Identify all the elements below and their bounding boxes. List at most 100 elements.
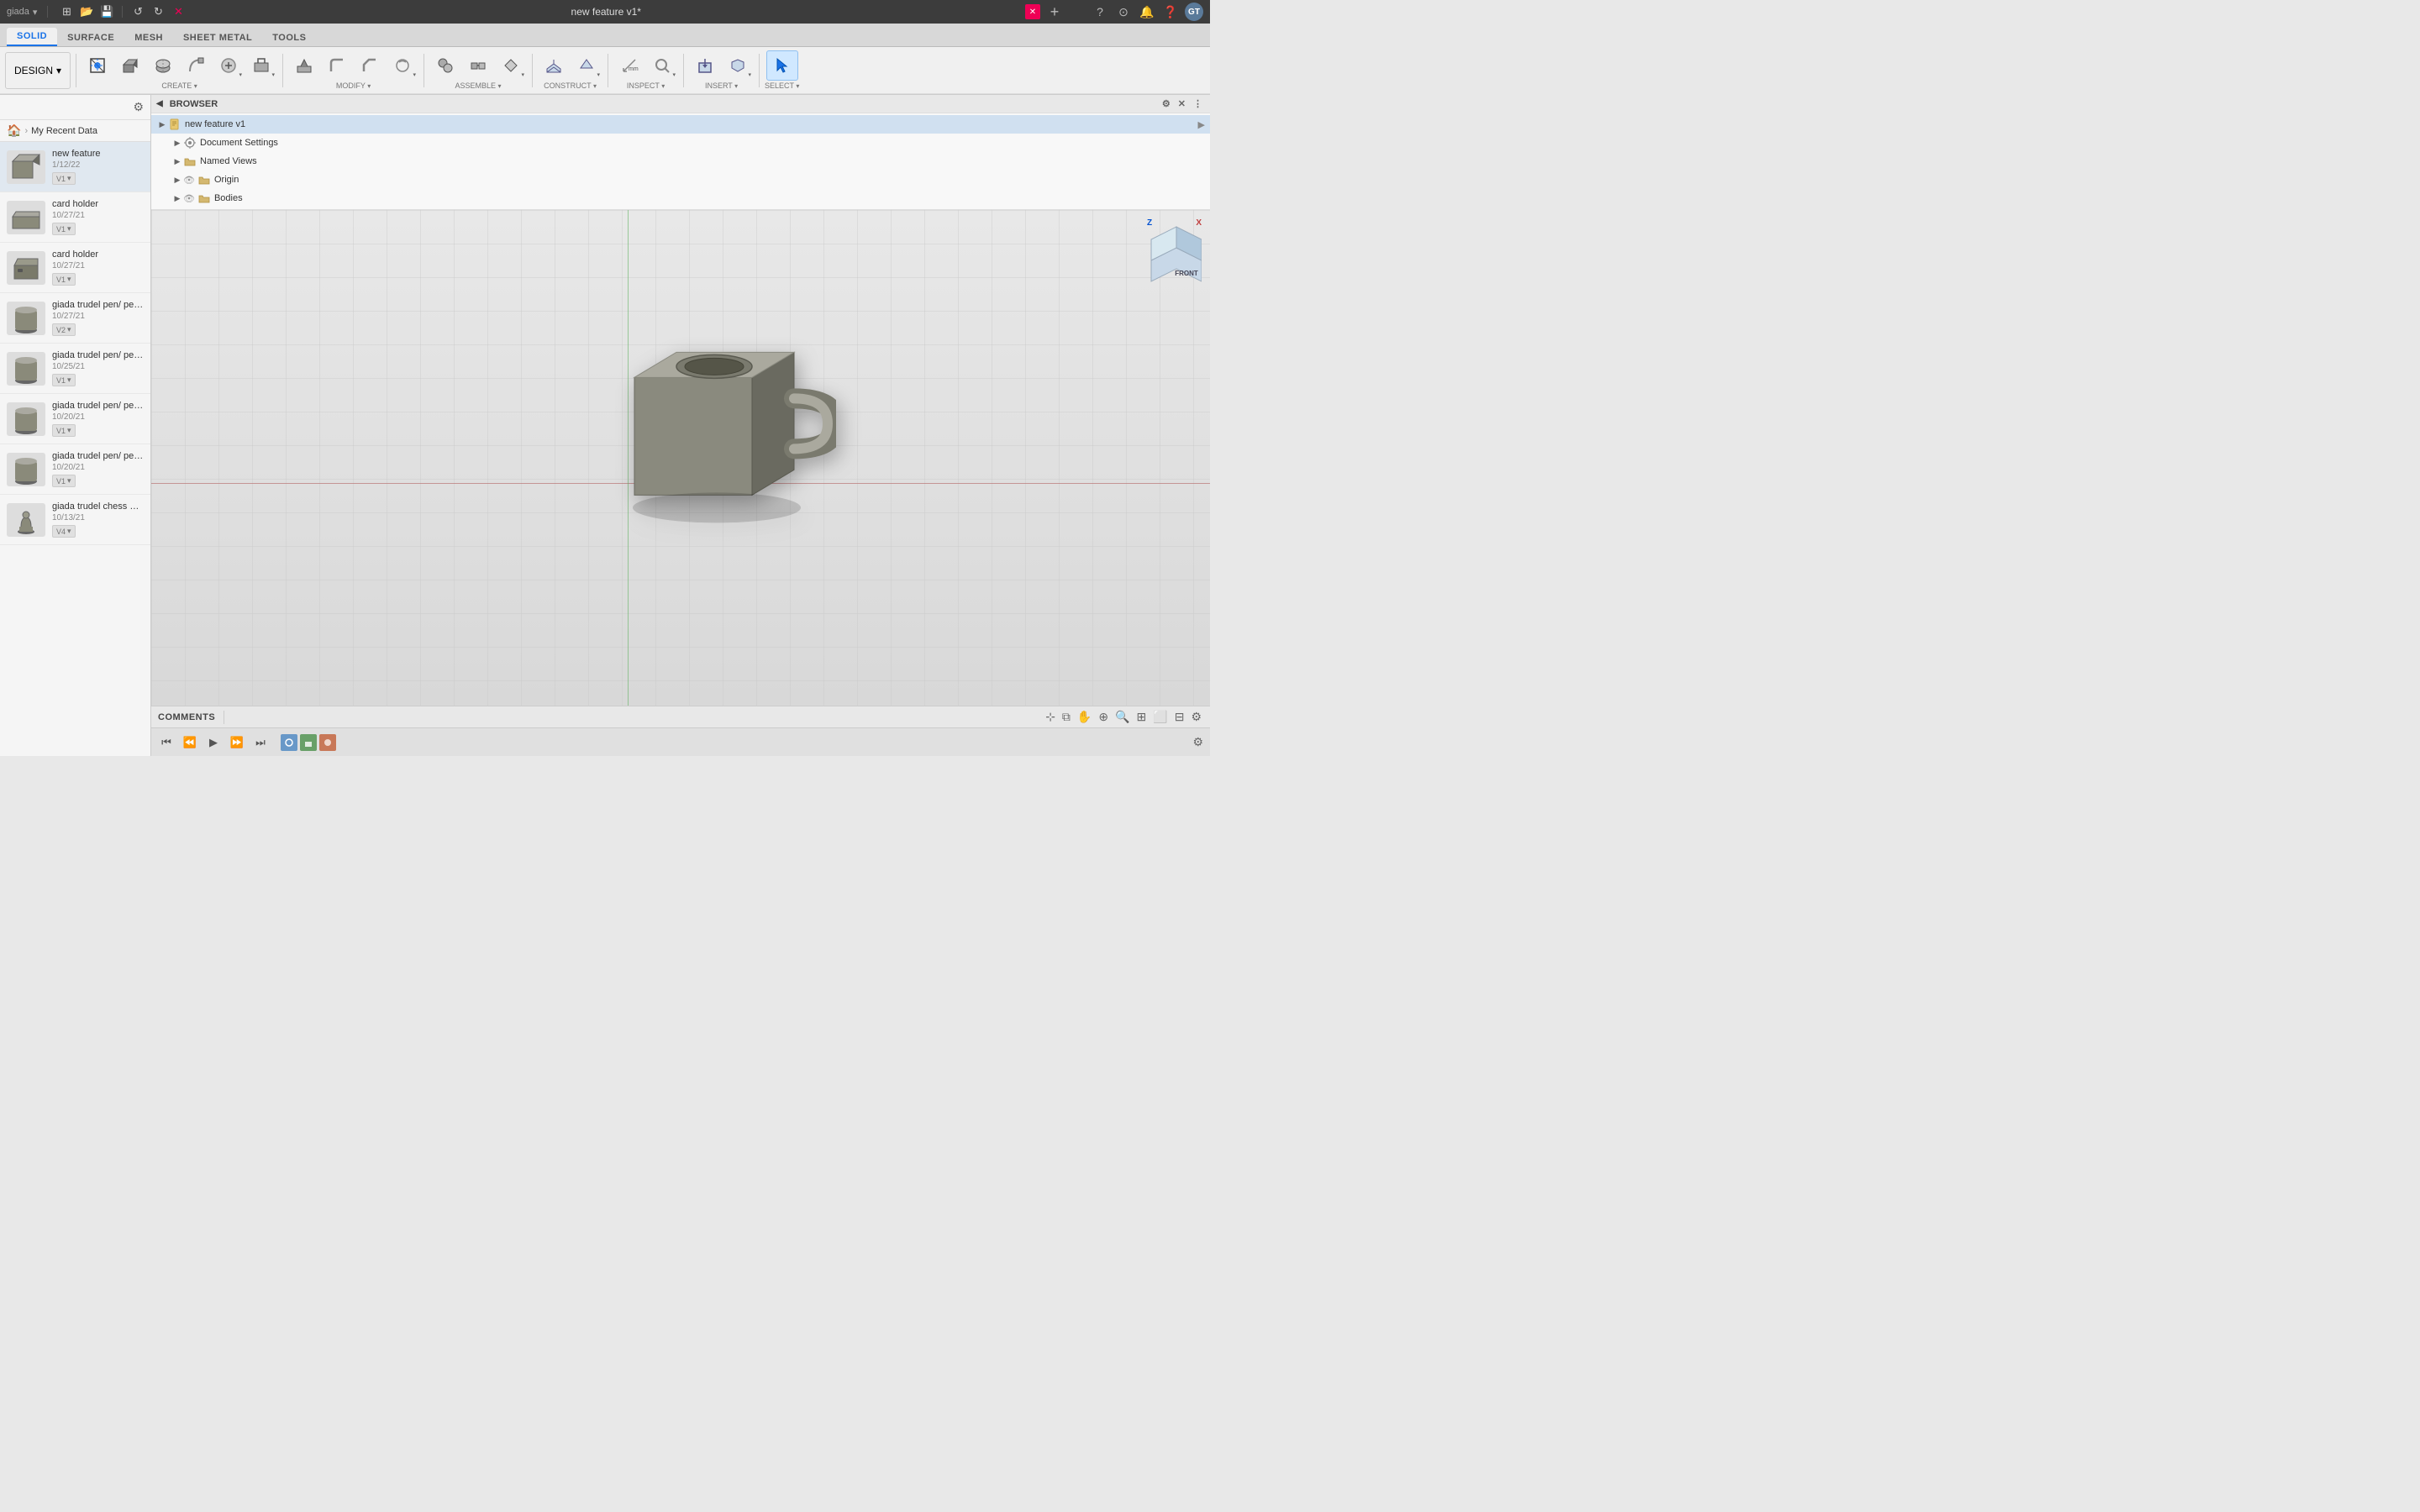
press-pull-button[interactable] <box>288 50 320 81</box>
extrude-button[interactable] <box>114 50 146 81</box>
tab-surface[interactable]: SURFACE <box>57 29 124 46</box>
design-button[interactable]: DESIGN ▾ <box>5 52 71 89</box>
display-icon[interactable]: ⬜ <box>1151 708 1169 726</box>
timeline-play-button[interactable]: ▶ <box>203 732 224 753</box>
home-icon[interactable]: 🏠 <box>7 123 21 138</box>
browser-settings-icon[interactable]: ⚙ <box>1160 97 1173 110</box>
timeline-item-cut[interactable] <box>319 734 336 751</box>
divider2 <box>122 6 123 18</box>
create-more-button2[interactable]: ▾ <box>245 50 277 81</box>
tab-sheet-metal[interactable]: SHEET METAL <box>173 29 262 46</box>
assemble-button[interactable] <box>429 50 461 81</box>
chamfer-button[interactable] <box>354 50 386 81</box>
zoom-icon[interactable]: 🔍 <box>1113 708 1131 726</box>
tab-solid[interactable]: SOLID <box>7 28 57 46</box>
version-dropdown[interactable]: V1 ▾ <box>52 475 76 487</box>
modify-group-label: MODIFY ▾ <box>336 81 371 90</box>
modify-more-button[interactable]: ▾ <box>387 50 418 81</box>
3d-canvas[interactable]: FRONT X Z <box>151 210 1210 706</box>
version-dropdown[interactable]: V4 ▾ <box>52 525 76 538</box>
plane-button[interactable] <box>538 50 570 81</box>
stop-icon[interactable]: ✕ <box>170 3 187 20</box>
version-dropdown[interactable]: V1 ▾ <box>52 172 76 185</box>
list-item[interactable]: card holder 10/27/21 V1 ▾ <box>0 243 150 293</box>
account-icon[interactable]: ⊙ <box>1114 3 1133 21</box>
inspect-group-label: INSPECT ▾ <box>627 81 665 90</box>
assemble-more-button[interactable]: ▾ <box>495 50 527 81</box>
timeline-end-button[interactable]: ⏭ <box>250 732 271 753</box>
tree-item-bodies[interactable]: ▶ 👁 Bodies <box>151 189 1210 207</box>
tree-item-doc-settings[interactable]: ▶ Document Settings <box>151 134 1210 152</box>
tree-label-doc-settings: Document Settings <box>200 138 1205 148</box>
hand-icon[interactable]: ✋ <box>1076 708 1093 726</box>
view-cube[interactable]: FRONT X Z <box>1134 218 1202 286</box>
tree-item-named-views[interactable]: ▶ Named Views <box>151 152 1210 171</box>
help-icon[interactable]: ? <box>1091 3 1109 21</box>
create-sketch-button[interactable] <box>82 50 113 81</box>
measure-button[interactable]: mm <box>613 50 645 81</box>
timeline-start-button[interactable]: ⏮ <box>156 732 176 753</box>
insert-more-button[interactable]: ▾ <box>722 50 754 81</box>
item-info: card holder 10/27/21 V1 ▾ <box>52 249 144 286</box>
svg-text:mm: mm <box>629 66 639 72</box>
browser-drag-icon[interactable]: ⋮ <box>1191 97 1205 110</box>
timeline-next-button[interactable]: ⏩ <box>227 732 247 753</box>
version-dropdown[interactable]: V1 ▾ <box>52 273 76 286</box>
new-tab-button[interactable]: + <box>1045 3 1064 21</box>
list-item[interactable]: giada trudel chess piece 10/13/21 V4 ▾ <box>0 495 150 545</box>
version-dropdown[interactable]: V1 ▾ <box>52 424 76 437</box>
list-item[interactable]: giada trudel pen/ pencil holder 10/25/21… <box>0 344 150 394</box>
list-item[interactable]: card holder 10/27/21 V1 ▾ <box>0 192 150 243</box>
app-logo[interactable]: giada ▾ <box>7 7 37 18</box>
tree-item-origin[interactable]: ▶ 👁 Origin <box>151 171 1210 189</box>
help2-icon[interactable]: ❓ <box>1161 3 1180 21</box>
grid-icon[interactable]: ⊟ <box>1173 708 1186 726</box>
browser-close-icon[interactable]: ✕ <box>1176 97 1188 110</box>
settings-bottom-icon[interactable]: ⚙ <box>1189 708 1203 726</box>
open-file-icon[interactable]: 📂 <box>78 3 95 20</box>
insert-button[interactable] <box>689 50 721 81</box>
joint-button[interactable] <box>462 50 494 81</box>
list-item[interactable]: giada trudel pen/ pencil holder 10/20/21… <box>0 394 150 444</box>
copy-icon[interactable]: ⧉ <box>1060 708 1072 726</box>
revolve-button[interactable] <box>147 50 179 81</box>
tab-tools[interactable]: TOOLS <box>262 29 316 46</box>
undo-icon[interactable]: ↺ <box>129 3 146 20</box>
version-dropdown[interactable]: V1 ▾ <box>52 223 76 235</box>
timeline-item-extrude[interactable] <box>300 734 317 751</box>
create-more-button[interactable]: ▾ <box>213 50 245 81</box>
timeline-settings-icon[interactable]: ⚙ <box>1191 733 1205 751</box>
tab-mesh[interactable]: MESH <box>124 29 173 46</box>
sweep-button[interactable] <box>180 50 212 81</box>
version-dropdown[interactable]: V2 ▾ <box>52 323 76 336</box>
timeline-prev-button[interactable]: ⏪ <box>180 732 200 753</box>
close-tab-button[interactable]: ✕ <box>1025 4 1040 19</box>
list-item[interactable]: giada trudel pen/ pencil holder 10/20/21… <box>0 444 150 495</box>
tree-eye2-icon[interactable]: 👁 <box>183 193 195 204</box>
avatar[interactable]: GT <box>1185 3 1203 21</box>
fillet-button[interactable] <box>321 50 353 81</box>
timeline-item-sketch[interactable] <box>281 734 297 751</box>
list-item[interactable]: new feature 1/12/22 V1 ▾ <box>0 142 150 192</box>
browser-collapse-icon[interactable]: ◀ <box>156 99 163 108</box>
3d-model[interactable] <box>567 327 836 564</box>
tree-item-root[interactable]: ▶ new feature v1 ▶ <box>151 115 1210 134</box>
top-bar-right: ✕ + ? ⊙ 🔔 ❓ GT <box>1025 3 1203 21</box>
item-name: giada trudel pen/ pencil holder <box>52 300 144 310</box>
tree-play-icon[interactable]: ▶ <box>1198 119 1205 130</box>
redo-icon[interactable]: ↻ <box>150 3 166 20</box>
sidebar-settings-icon[interactable]: ⚙ <box>133 100 144 114</box>
version-dropdown[interactable]: V1 ▾ <box>52 374 76 386</box>
apps-grid-icon[interactable]: ⊞ <box>58 3 75 20</box>
app-logo-dropdown[interactable]: ▾ <box>33 7 38 18</box>
inspect-more-button[interactable]: ▾ <box>646 50 678 81</box>
tree-eye-icon[interactable]: 👁 <box>183 175 195 186</box>
select-button[interactable] <box>766 50 798 81</box>
notifications-icon[interactable]: 🔔 <box>1138 3 1156 21</box>
view-icon[interactable]: ⊞ <box>1135 708 1149 726</box>
zoom-fit-icon[interactable]: ⊕ <box>1097 708 1110 726</box>
construct-more-button[interactable]: ▾ <box>571 50 602 81</box>
list-item[interactable]: giada trudel pen/ pencil holder 10/27/21… <box>0 293 150 344</box>
cursor-icon[interactable]: ⊹ <box>1044 708 1057 726</box>
save-icon[interactable]: 💾 <box>98 3 115 20</box>
